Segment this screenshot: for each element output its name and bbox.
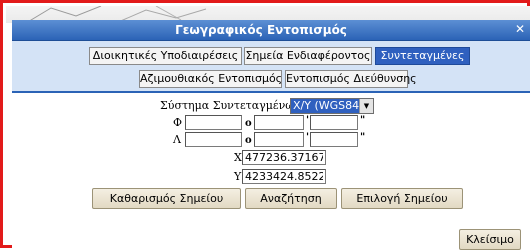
x-coordinate-input[interactable] bbox=[242, 150, 326, 165]
coordinate-system-select[interactable]: X/Y (WGS84) ▼ bbox=[290, 98, 374, 114]
phi-seconds-input[interactable] bbox=[310, 115, 358, 130]
search-button[interactable]: Αναζήτηση bbox=[245, 188, 337, 209]
y-label: Y bbox=[234, 170, 242, 183]
lambda-second-mark: " bbox=[360, 132, 366, 143]
lambda-degree-mark: o bbox=[245, 135, 252, 146]
phi-label: Φ bbox=[173, 116, 183, 129]
phi-degree-mark: o bbox=[245, 118, 252, 129]
clear-point-button[interactable]: Καθαρισμός Σημείου bbox=[92, 188, 241, 209]
lambda-seconds-input[interactable] bbox=[310, 132, 358, 147]
phi-minutes-input[interactable] bbox=[254, 115, 304, 130]
lambda-minutes-input[interactable] bbox=[254, 132, 304, 147]
coordinates-form: Σύστημα Συντεταγμένων X/Y (WGS84) ▼ Φ o … bbox=[12, 93, 530, 250]
coordinate-system-value: X/Y (WGS84) bbox=[291, 99, 359, 113]
phi-minute-mark: ' bbox=[306, 115, 310, 126]
lambda-minute-mark: ' bbox=[306, 132, 310, 143]
y-coordinate-input[interactable] bbox=[242, 169, 326, 184]
x-label: X bbox=[234, 151, 242, 164]
close-button[interactable]: Κλείσιμο bbox=[459, 229, 521, 250]
tab-azimuthal-location[interactable]: Αζιμουθιακός Εντοπισμός bbox=[139, 70, 282, 88]
select-point-button[interactable]: Επιλογή Σημείου bbox=[341, 188, 463, 209]
dialog-title: Γεωγραφικός Εντοπισμός bbox=[175, 23, 347, 37]
tab-bar: Διοικητικές Υποδιαιρέσεις Σημεία Ενδιαφέ… bbox=[12, 41, 530, 93]
phi-second-mark: " bbox=[360, 115, 366, 126]
tab-points-of-interest[interactable]: Σημεία Ενδιαφέροντος bbox=[244, 47, 372, 65]
dialog-titlebar[interactable]: Γεωγραφικός Εντοπισμός ✕ bbox=[12, 20, 530, 41]
phi-degrees-input[interactable] bbox=[185, 115, 242, 130]
coordinate-system-label: Σύστημα Συντεταγμένων bbox=[160, 99, 301, 112]
tab-address-location[interactable]: Εντοπισμός Διεύθυνσης bbox=[285, 70, 417, 88]
tab-coordinates[interactable]: Συντεταγμένες bbox=[375, 47, 470, 65]
chevron-down-icon[interactable]: ▼ bbox=[359, 99, 373, 113]
lambda-degrees-input[interactable] bbox=[185, 132, 242, 147]
close-icon[interactable]: ✕ bbox=[513, 22, 527, 37]
dialog-panel: Διοικητικές Υποδιαιρέσεις Σημεία Ενδιαφέ… bbox=[12, 41, 530, 250]
tab-administrative-divisions[interactable]: Διοικητικές Υποδιαιρέσεις bbox=[89, 47, 242, 65]
lambda-label: Λ bbox=[173, 133, 181, 146]
